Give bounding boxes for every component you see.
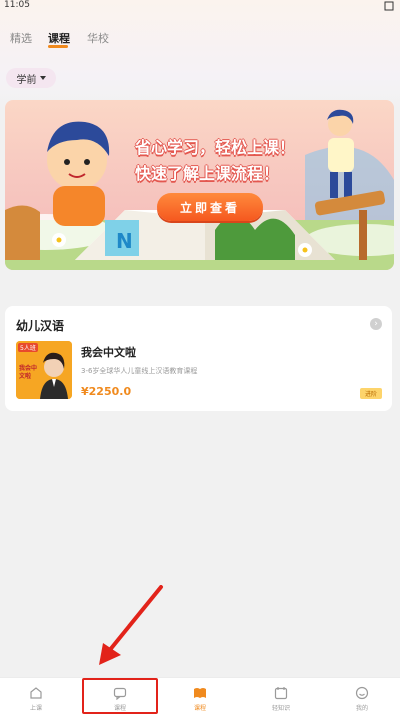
signal-icon [384,1,394,11]
bottom-navigation: 上课 课程 课程 轻知识 我的 [0,677,400,717]
course-level-badge: 进阶 [360,388,382,399]
calendar-icon [274,687,288,700]
tab-courses[interactable]: 课程 [48,30,70,46]
caret-down-icon [39,76,46,80]
course-name[interactable]: 我会中文啦 [81,344,136,360]
course-section-card: 幼儿汉语 › 5人班 我会中文啦 我会中文啦 3-6岁全球华人儿童线上汉语教育课… [5,306,392,411]
class-size-tag: 5人班 [18,343,38,352]
section-title: 幼儿汉语 [16,319,65,333]
grade-filter-label: 学前 [16,74,37,86]
profile-icon [355,686,369,700]
nav-courses-label: 课程 [193,705,206,712]
nav-home-label: 上课 [29,705,42,712]
svg-text:N: N [116,229,133,253]
nav-courses[interactable]: 课程 [180,686,220,716]
more-arrow-icon[interactable]: › [370,318,382,330]
nav-knowledge[interactable]: 轻知识 [261,686,301,716]
active-tab-indicator [48,45,68,48]
banner-illustration: N [5,109,394,270]
status-time: 11:05 [4,0,30,10]
annotation-highlight-box [82,678,158,714]
nav-profile-label: 我的 [355,705,368,712]
promo-banner[interactable]: N 省心学习，轻松上课！ 快速了解上课流程！ 立即查看 [5,100,394,270]
course-price: ¥2250.0 [81,385,132,398]
tab-featured[interactable]: 精选 [10,30,32,46]
nav-knowledge-label: 轻知识 [271,705,290,712]
course-thumbnail[interactable]: 5人班 我会中文啦 [16,341,72,399]
thumbnail-title: 我会中文啦 [19,365,38,380]
view-now-button[interactable]: 立即查看 [157,193,263,221]
annotation-arrow [99,585,163,665]
course-description: 3-6岁全球华人儿童线上汉语教育课程 [81,367,198,375]
nav-profile[interactable]: 我的 [342,686,382,716]
home-icon [30,687,42,699]
status-bar: 11:05 [0,0,400,12]
book-icon [194,688,206,698]
tab-chinese-school[interactable]: 华校 [87,30,109,46]
banner-headline-1: 省心学习，轻松上课！ [135,138,296,157]
grade-filter-dropdown[interactable]: 学前 [6,68,56,88]
header-background [0,0,400,110]
nav-home[interactable]: 上课 [16,686,56,716]
banner-headline-2: 快速了解上课流程！ [135,164,280,183]
